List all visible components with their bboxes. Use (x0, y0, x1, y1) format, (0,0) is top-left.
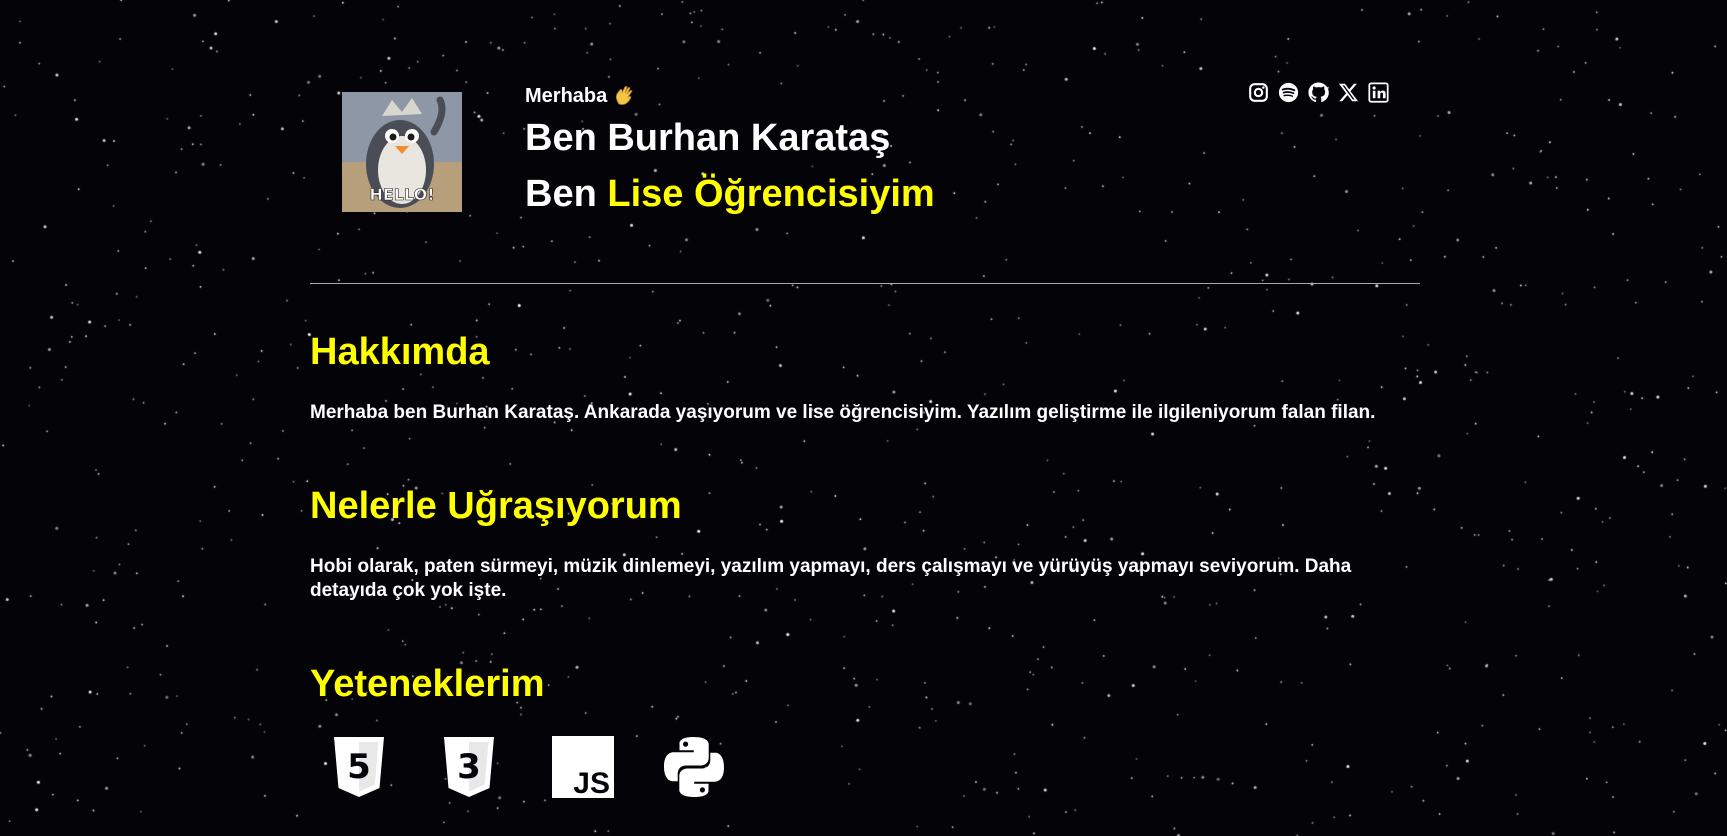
penguin-hello-image: HELLO! (342, 92, 462, 212)
html5-icon: 5 (334, 737, 384, 797)
x-icon (1338, 83, 1359, 102)
linkedin-icon (1368, 82, 1389, 103)
spotify-icon (1278, 82, 1299, 103)
html5-label: 5 (347, 747, 371, 787)
skill-javascript: JS (552, 733, 662, 801)
about-text: Merhaba ben Burhan Karataş. Ankarada yaş… (310, 402, 1376, 423)
social-links (1248, 82, 1389, 104)
hobbies-heading: Nelerle Uğraşıyorum (310, 485, 682, 527)
greeting-line: Merhaba (525, 84, 935, 108)
javascript-icon: JS (552, 736, 614, 798)
role-heading: Ben Lise Öğrencisiyim (525, 166, 935, 222)
skills-heading: Yeteneklerim (310, 663, 545, 705)
header-divider (310, 283, 1420, 284)
role-highlight: Lise Öğrencisiyim (607, 173, 935, 215)
greeting-block: Merhaba Ben Burhan Karataş Ben Lise Öğre… (525, 84, 935, 222)
github-icon (1308, 82, 1329, 103)
css3-label: 3 (457, 747, 481, 787)
x-link[interactable] (1338, 82, 1359, 103)
github-link[interactable] (1308, 82, 1329, 103)
hobbies-text: Hobi olarak, paten sürmeyi, müzik dinlem… (310, 556, 1352, 601)
waving-hand-icon (613, 84, 635, 106)
name-heading: Ben Burhan Karataş (525, 117, 891, 159)
linkedin-link[interactable] (1368, 82, 1389, 103)
instagram-link[interactable] (1248, 82, 1269, 103)
skill-css3: 3 (442, 733, 552, 801)
css3-icon: 3 (444, 737, 494, 797)
spotify-link[interactable] (1278, 82, 1299, 103)
skills-list: 5 3 JS (332, 733, 772, 801)
page-container: HELLO! Merhaba Ben Burhan Karataş Ben Li… (310, 0, 1420, 836)
avatar-caption: HELLO! (369, 185, 434, 204)
instagram-icon (1249, 83, 1268, 102)
role-prefix: Ben (525, 173, 597, 215)
skill-python (662, 733, 772, 801)
avatar: HELLO! (342, 92, 462, 212)
python-icon (664, 737, 724, 797)
about-heading: Hakkımda (310, 331, 490, 373)
greeting-text: Merhaba (525, 85, 608, 107)
skill-html5: 5 (332, 733, 442, 801)
javascript-label: JS (573, 767, 610, 798)
